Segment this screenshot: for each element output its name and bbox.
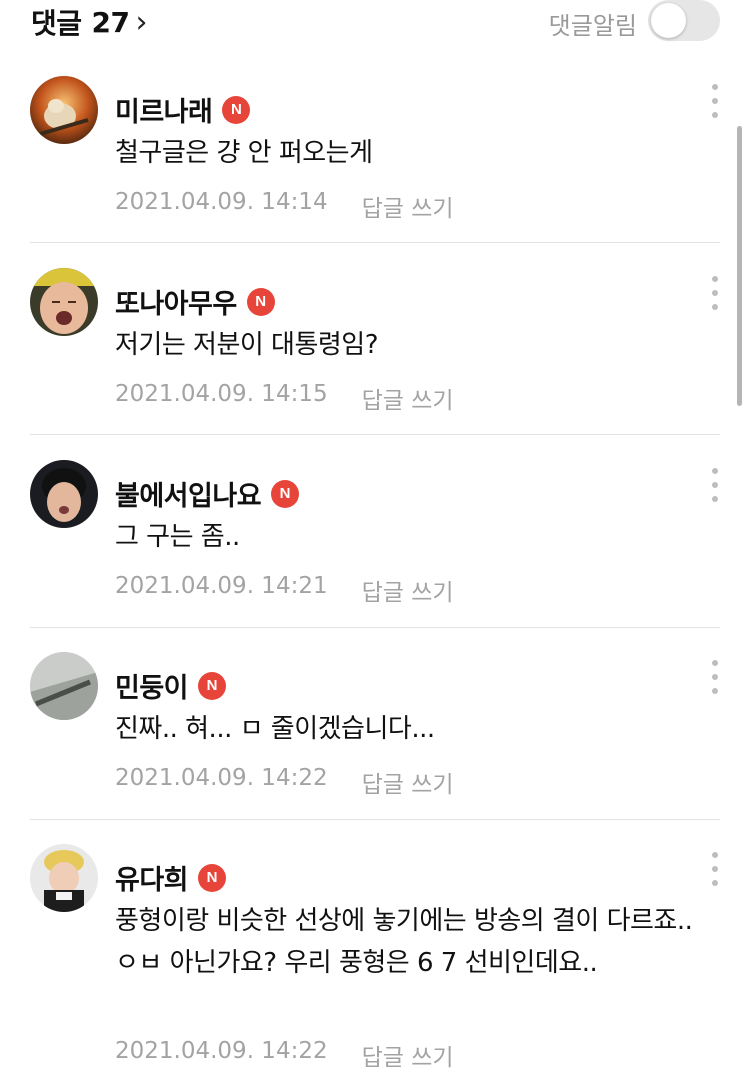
new-badge: N	[271, 479, 300, 508]
divider	[30, 242, 720, 243]
divider	[30, 627, 720, 628]
reply-button[interactable]: 답글 쓰기	[362, 573, 454, 607]
comment-text: 진짜.. 혀... ㅁ 줄이겠습니다...	[115, 714, 435, 744]
new-badge: N	[222, 95, 251, 124]
reply-button[interactable]: 답글 쓰기	[362, 381, 454, 415]
comment-date: 2021.04.09. 14:21	[115, 573, 328, 599]
toggle-knob	[651, 3, 686, 38]
more-options-icon[interactable]	[708, 84, 722, 118]
comment-meta: 2021.04.09. 14:15 답글 쓰기	[115, 381, 454, 415]
avatar[interactable]	[30, 76, 98, 144]
more-options-icon[interactable]	[708, 660, 722, 694]
comment-notification-toggle[interactable]	[648, 0, 720, 41]
new-badge: N	[246, 287, 275, 316]
chevron-right-icon: ›	[135, 4, 148, 40]
more-options-icon[interactable]	[708, 276, 722, 310]
comment-meta: 2021.04.09. 14:22 답글 쓰기	[115, 1038, 454, 1072]
comment-text: 그 구는 좀..	[115, 522, 240, 552]
more-options-icon[interactable]	[708, 468, 722, 502]
comments-title-link[interactable]: 댓글 27 ›	[31, 2, 147, 42]
new-badge: N	[198, 671, 227, 700]
comment-date: 2021.04.09. 14:22	[115, 1038, 328, 1064]
scrollbar[interactable]	[737, 126, 742, 406]
comment-text: 저기는 저분이 대통령임?	[115, 330, 379, 360]
comment-date: 2021.04.09. 14:22	[115, 765, 328, 791]
comment-date: 2021.04.09. 14:15	[115, 381, 328, 407]
nickname[interactable]: 또나아무우	[115, 282, 237, 321]
comment-text: 철구글은 걍 안 퍼오는게	[115, 138, 373, 168]
divider	[30, 819, 720, 820]
nickname-row: 또나아무우 N	[115, 282, 275, 321]
nickname-row: 민둥이 N	[115, 666, 227, 705]
nickname-row: 불에서입나요 N	[115, 474, 300, 513]
reply-button[interactable]: 답글 쓰기	[362, 189, 454, 223]
new-badge: N	[198, 863, 227, 892]
nickname-row: 미르나래 N	[115, 90, 251, 129]
comments-count: 27	[91, 5, 130, 39]
more-options-icon[interactable]	[708, 852, 722, 886]
comment-notification-label: 댓글알림	[548, 12, 637, 40]
avatar[interactable]	[30, 460, 98, 528]
comment-date: 2021.04.09. 14:14	[115, 189, 328, 215]
nickname[interactable]: 미르나래	[115, 90, 213, 129]
avatar[interactable]	[30, 844, 98, 912]
nickname[interactable]: 유다희	[115, 858, 189, 897]
nickname-row: 유다희 N	[115, 858, 227, 897]
comment-text: 풍형이랑 비슷한 선상에 놓기에는 방송의 결이 다르죠.. ㅇㅂ 아닌가요? …	[115, 906, 693, 978]
comment-meta: 2021.04.09. 14:14 답글 쓰기	[115, 189, 454, 223]
comments-header: 댓글 27 › 댓글알림	[0, 0, 750, 42]
comments-title: 댓글	[31, 7, 82, 40]
comment-meta: 2021.04.09. 14:21 답글 쓰기	[115, 573, 454, 607]
divider	[30, 434, 720, 435]
avatar[interactable]	[30, 268, 98, 336]
comment-meta: 2021.04.09. 14:22 답글 쓰기	[115, 765, 454, 799]
nickname[interactable]: 민둥이	[115, 666, 189, 705]
reply-button[interactable]: 답글 쓰기	[362, 1038, 454, 1072]
nickname[interactable]: 불에서입나요	[115, 474, 262, 513]
avatar[interactable]	[30, 652, 98, 720]
reply-button[interactable]: 답글 쓰기	[362, 765, 454, 799]
